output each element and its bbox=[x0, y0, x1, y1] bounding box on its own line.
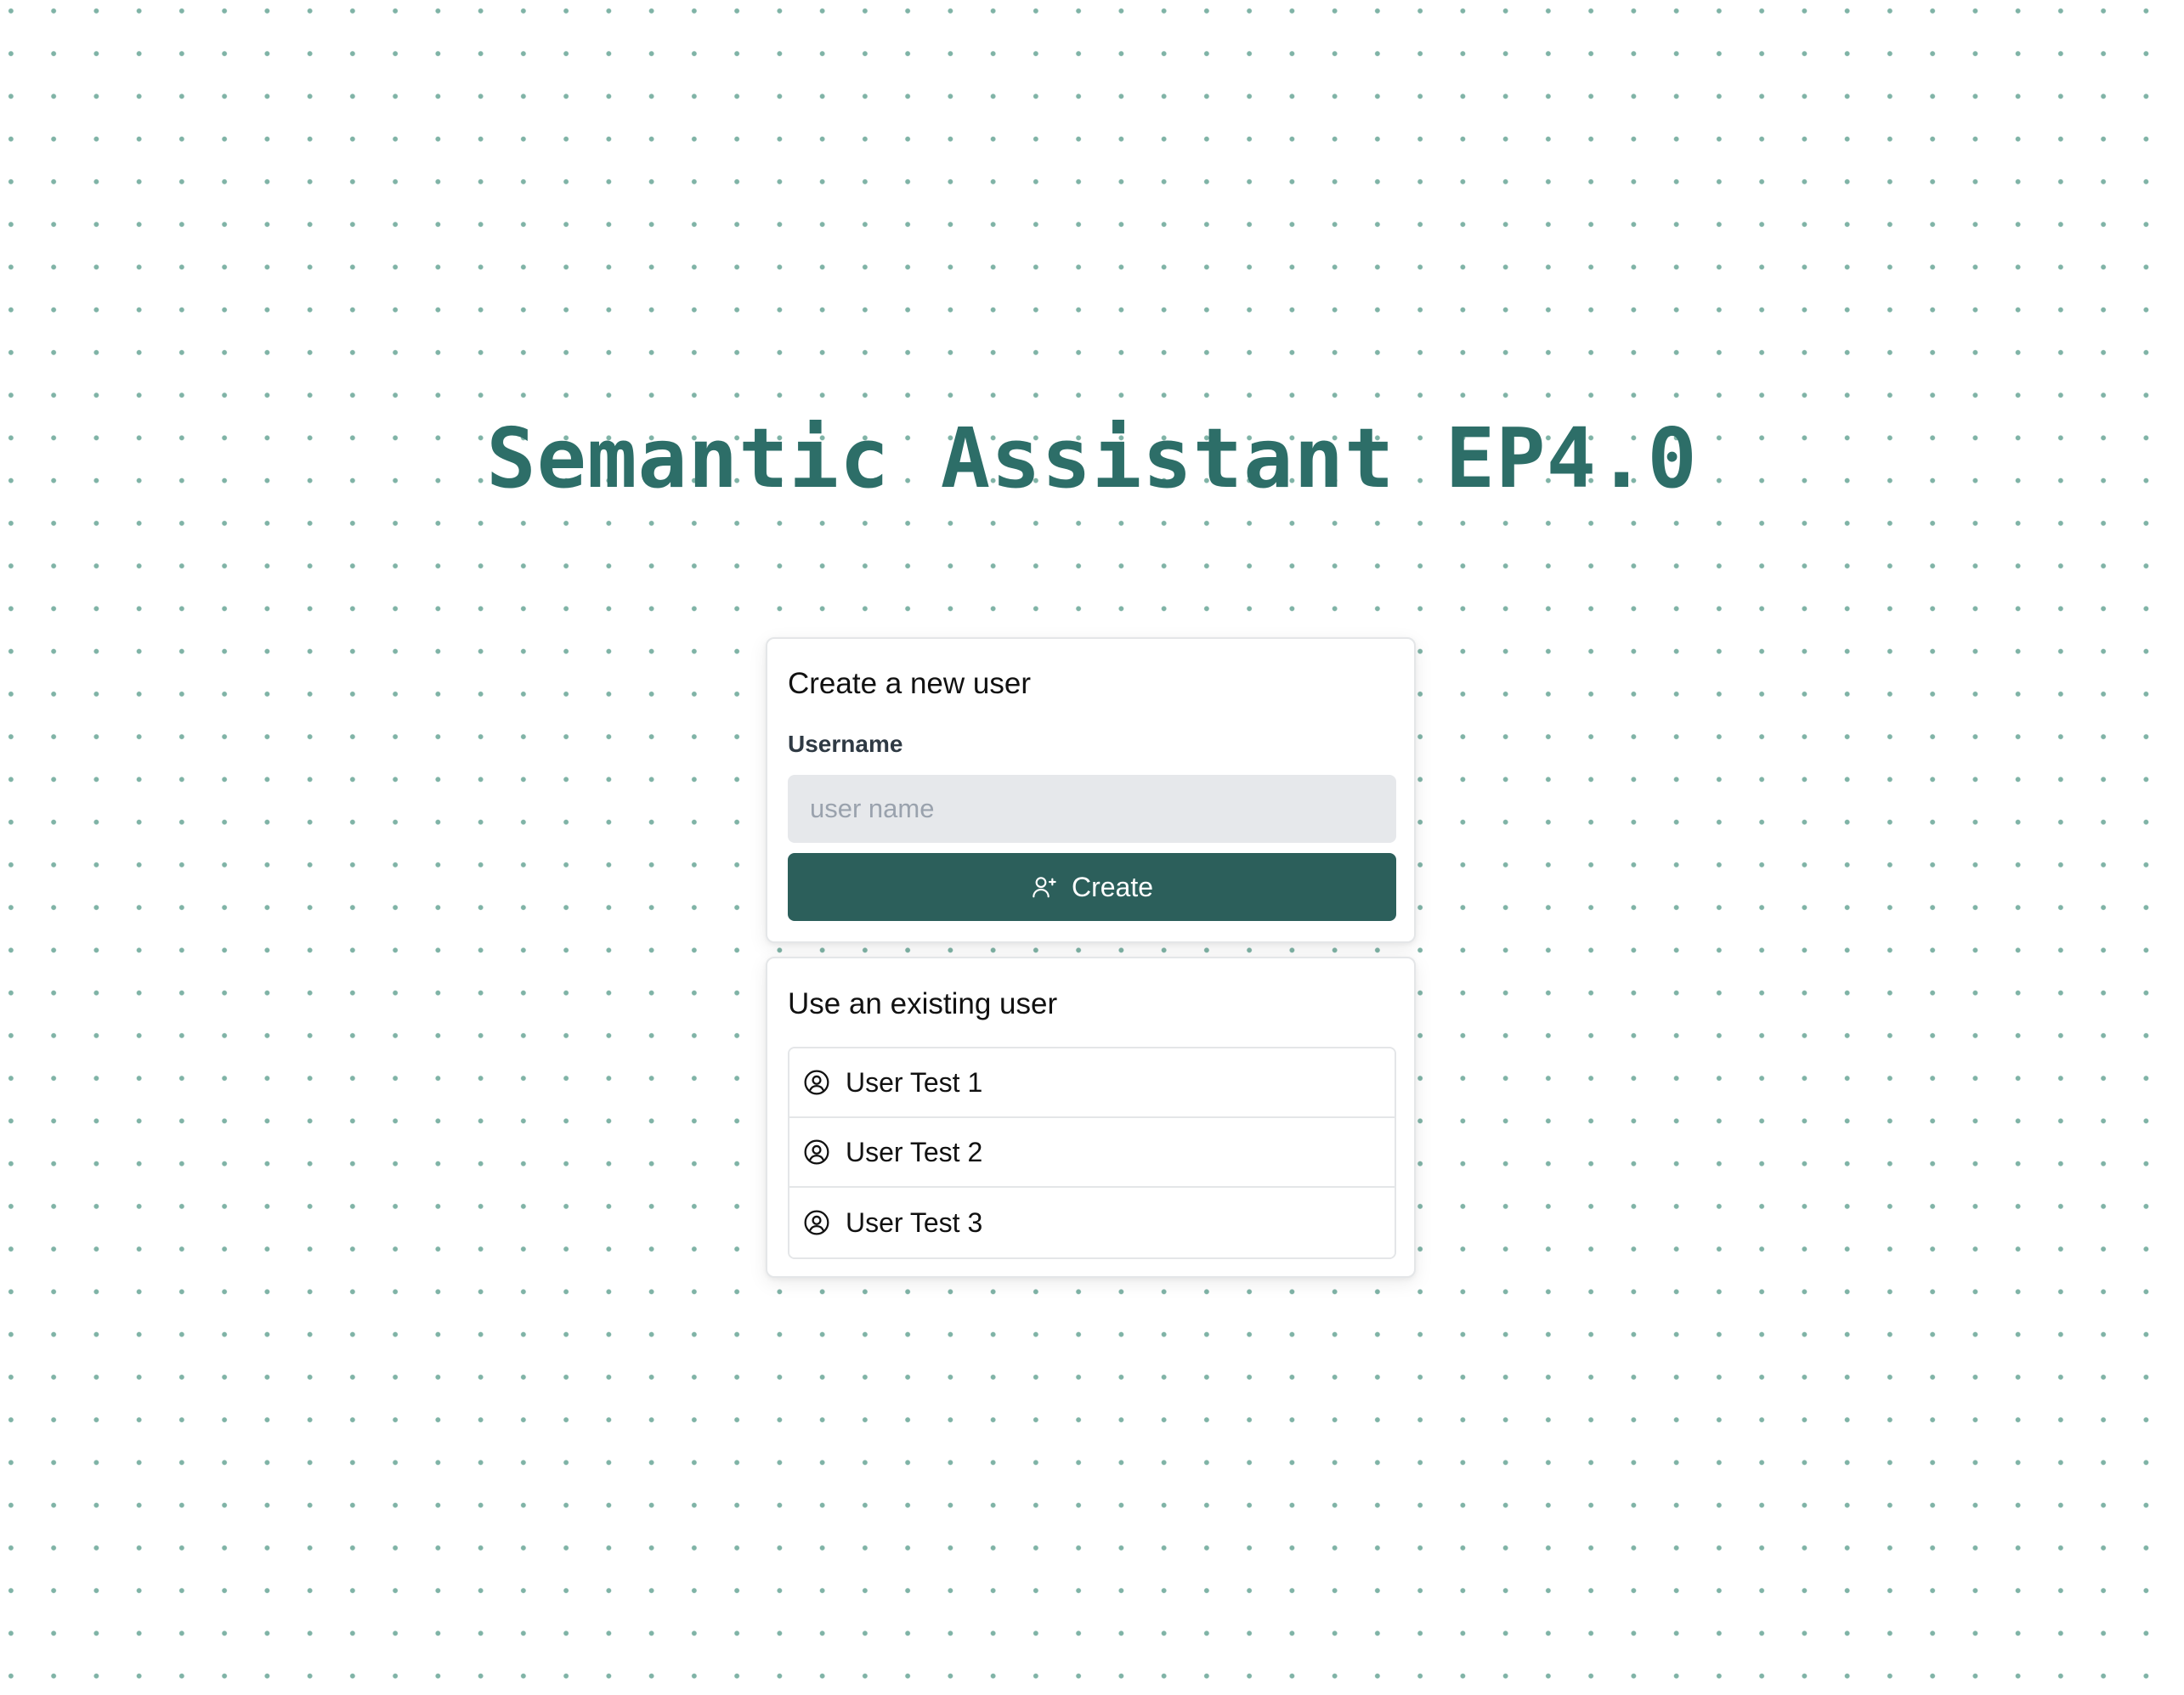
user-name: User Test 1 bbox=[846, 1066, 983, 1098]
user-name: User Test 3 bbox=[846, 1206, 983, 1238]
existing-user-heading: Use an existing user bbox=[788, 987, 1058, 1020]
user-circle-icon bbox=[803, 1138, 830, 1166]
user-circle-icon bbox=[803, 1069, 830, 1096]
user-circle-icon bbox=[803, 1209, 830, 1236]
create-button[interactable]: Create bbox=[788, 853, 1396, 921]
username-label: Username bbox=[788, 731, 903, 757]
existing-user-card: Use an existing user User Test 1 User Te bbox=[766, 957, 1416, 1278]
create-user-card: Create a new user Username Create bbox=[766, 637, 1416, 943]
user-name: User Test 2 bbox=[846, 1136, 983, 1167]
create-button-label: Create bbox=[1071, 871, 1154, 902]
user-list-item[interactable]: User Test 1 bbox=[789, 1048, 1395, 1118]
app-title: Semantic Assistant EP4.0 bbox=[486, 410, 1698, 506]
user-plus-icon bbox=[1031, 873, 1058, 901]
user-list: User Test 1 User Test 2 User Test 3 bbox=[788, 1047, 1396, 1259]
username-input[interactable] bbox=[788, 775, 1396, 843]
user-list-item[interactable]: User Test 2 bbox=[789, 1118, 1395, 1188]
user-list-item[interactable]: User Test 3 bbox=[789, 1188, 1395, 1257]
create-user-heading: Create a new user bbox=[788, 667, 1031, 700]
